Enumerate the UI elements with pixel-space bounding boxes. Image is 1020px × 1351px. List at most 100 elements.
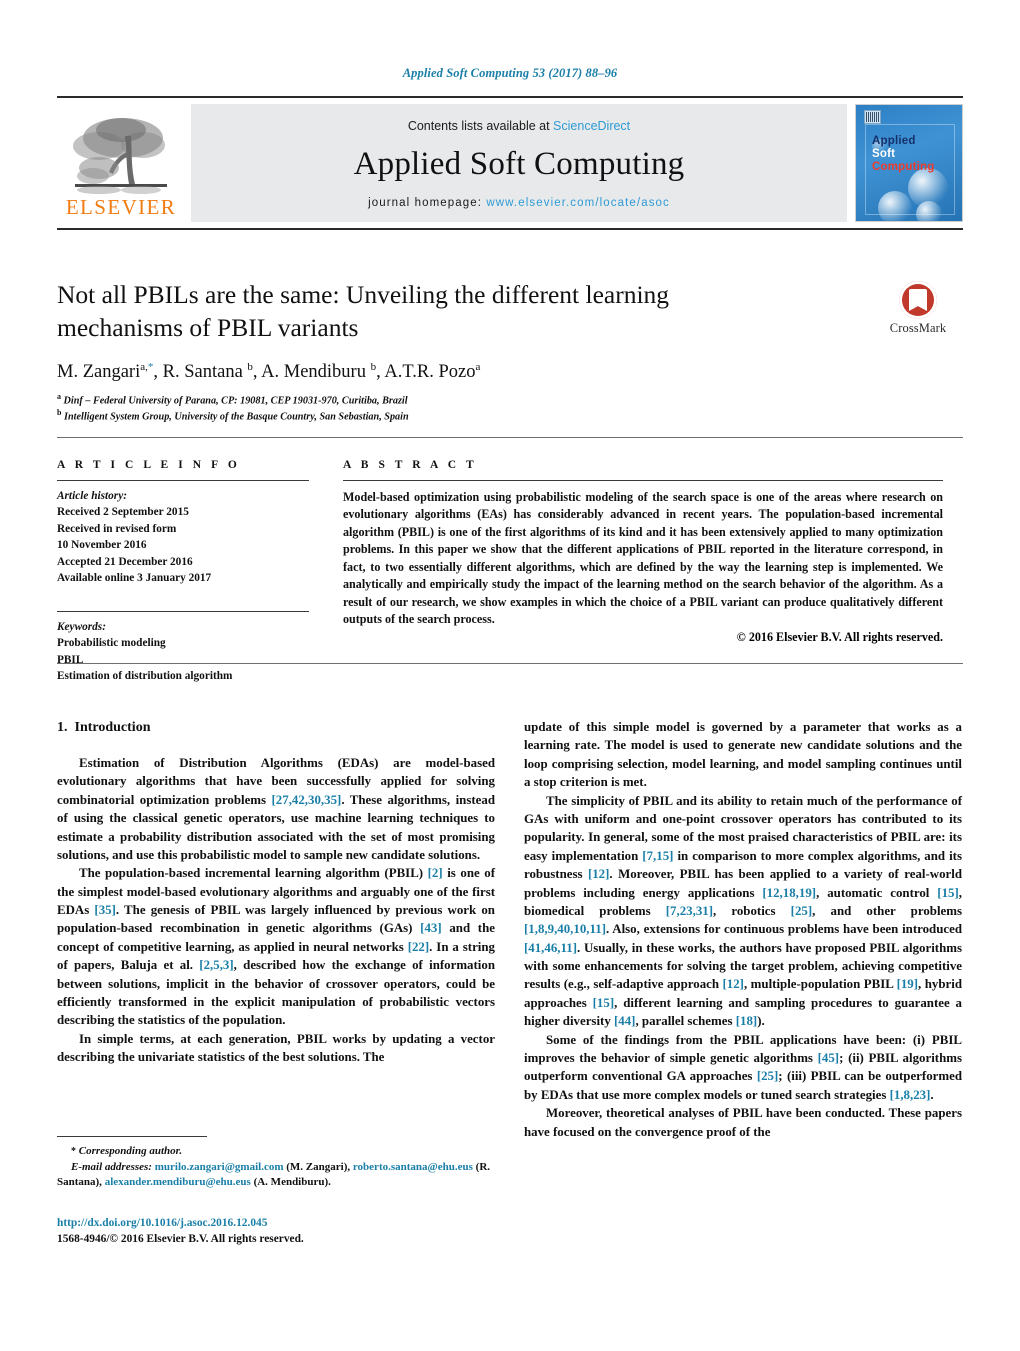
corresponding-author-label: Corresponding author. [78,1145,183,1157]
cover-badge-icon [864,110,881,124]
crossmark-icon [899,281,937,319]
citation-link[interactable]: [27,42,30,35] [272,793,342,807]
paragraph: The simplicity of PBIL and its ability t… [524,793,962,1029]
article-info-section: A R T I C L E I N F O Article history: R… [57,459,309,685]
doi-link[interactable]: http://dx.doi.org/10.1016/j.asoc.2016.12… [57,1215,495,1231]
citation-link[interactable]: [12] [723,977,744,991]
running-head: Applied Soft Computing 53 (2017) 88–96 [402,66,618,80]
email-owner: (A. Mendiburu). [253,1176,331,1189]
paragraph: update of this simple model is governed … [524,720,962,790]
citation-link[interactable]: [1,8,23] [890,1088,931,1102]
elsevier-wordmark: ELSEVIER [65,195,177,219]
journal-article-page: Applied Soft Computing 53 (2017) 88–96 E… [0,0,1020,1351]
keyword-item: PBIL [57,653,84,666]
citation-link[interactable]: [45] [818,1051,839,1065]
page-title: Not all PBILs are the same: Unveiling th… [57,280,670,343]
email-link[interactable]: roberto.santana@ehu.eus [353,1161,473,1173]
author-entry: A. Mendiburu b, [261,361,385,383]
journal-homepage-link[interactable]: www.elsevier.com/locate/asoc [486,197,670,209]
crossmark-label: CrossMark [889,321,947,335]
affiliation-text: Dinf – Federal University of Parana, CP:… [63,395,408,407]
footnote-section: * Corresponding author. E-mail addresses… [57,1136,495,1248]
author-name: A.T.R. Pozo [384,362,476,383]
citation-link[interactable]: [7,23,31] [666,904,713,918]
contents-available-line: Contents lists available at ScienceDirec… [408,119,630,133]
keyword-item: Probabilistic modeling [57,637,166,650]
author-name: M. Zangari [57,362,141,383]
citation-link[interactable]: [1,8,9,40,10,11] [524,922,606,936]
paragraph: Some of the findings from the PBIL appli… [524,1032,962,1102]
article-info-rule [57,480,309,481]
keywords-block: Keywords: Probabilistic modeling PBIL Es… [57,619,309,685]
citation-link[interactable]: [2] [428,866,443,880]
citation-link[interactable]: [25] [757,1069,778,1083]
citation-link[interactable]: [22] [408,940,429,954]
citation-link[interactable]: [19] [897,977,918,991]
section-heading-introduction: 1. Introduction [57,718,495,738]
paragraph: In simple terms, at each generation, PBI… [57,1031,495,1065]
crossmark-badge[interactable]: CrossMark [879,281,957,336]
author-entry: A.T.R. Pozoa [384,361,481,383]
abstract-rule [343,480,943,481]
article-history-block: Article history: Received 2 September 20… [57,488,309,587]
corresponding-author-note: * Corresponding author. [57,1144,495,1160]
citation-link[interactable]: [25] [791,904,812,918]
citation-link[interactable]: [12] [588,867,609,881]
issn-copyright-line: 1568-4946/© 2016 Elsevier B.V. All right… [57,1233,304,1246]
author-affiliation-mark: b [247,361,253,374]
article-history-item: Received 2 September 2015 [57,506,189,519]
article-history-item: Accepted 21 December 2016 [57,555,193,568]
email-link[interactable]: alexander.mendiburu@ehu.eus [105,1176,251,1188]
author-name: R. Santana [162,362,243,383]
article-history-label: Article history: [57,490,127,502]
cover-bubble [916,201,942,221]
journal-header-box: Contents lists available at ScienceDirec… [191,104,847,222]
citation-link[interactable]: [44] [614,1014,635,1028]
contents-prefix: Contents lists available at [407,119,554,133]
section-title: Introduction [74,720,151,735]
keywords-label: Keywords: [57,620,106,633]
doi-block: http://dx.doi.org/10.1016/j.asoc.2016.12… [57,1215,495,1248]
paragraph: The population-based incremental learnin… [57,866,495,1028]
citation-link[interactable]: [35] [94,903,115,917]
email-link[interactable]: murilo.zangari@gmail.com [155,1161,284,1173]
author-list: M. Zangaria,*, R. Santana b, A. Mendibur… [57,361,887,383]
footnote-divider [57,1136,207,1137]
cover-title-line-2: Soft [872,148,896,160]
affiliation-text: Intelligent System Group, University of … [64,411,409,423]
author-affiliation-mark: a [475,361,481,374]
corresponding-author-mark: * [147,361,154,374]
keywords-rule [57,610,309,612]
citation-link[interactable]: [12,18,19] [762,886,816,900]
author-affiliation-mark: a, [140,361,148,374]
citation-link[interactable]: [2,5,3] [199,958,233,972]
body-column-left: 1. Introduction Estimation of Distributio… [57,718,495,1067]
journal-title: Applied Soft Computing [353,146,685,182]
journal-cover-thumbnail: Applied Soft Computing [855,104,963,222]
email-owner: (M. Zangari), [286,1160,351,1173]
corresponding-author-star: * [71,1146,76,1157]
citation-link[interactable]: [15] [593,996,614,1010]
article-history-item: Available online 3 January 2017 [57,572,212,585]
citation-link[interactable]: [18] [736,1014,757,1028]
journal-homepage-line: journal homepage: www.elsevier.com/locat… [368,197,670,209]
affiliation-line: b Intelligent System Group, University o… [57,408,887,424]
cover-title-line-1: Applied [872,135,916,147]
citation-link[interactable]: [41,46,11] [524,941,577,955]
affiliation-mark: b [57,408,62,418]
citation-link[interactable]: [7,15] [642,849,673,863]
section-number: 1. [57,720,68,735]
email-addresses-label: E-mail addresses: [71,1160,152,1173]
article-history-item: Received in revised form [57,522,177,535]
abstract-section: A B S T R A C T Model-based optimization… [343,459,943,645]
affiliation-line: a Dinf – Federal University of Parana, C… [57,392,887,408]
sciencedirect-link[interactable]: ScienceDirect [553,119,630,133]
author-affiliation-mark: b [370,361,377,374]
citation-link[interactable]: [15] [937,886,958,900]
info-divider-top [57,437,963,438]
abstract-heading: A B S T R A C T [343,459,478,471]
cover-bubble [878,191,912,221]
title-block: Not all PBILs are the same: Unveiling th… [57,278,887,424]
affiliation-mark: a [57,392,61,402]
citation-link[interactable]: [43] [420,921,441,935]
